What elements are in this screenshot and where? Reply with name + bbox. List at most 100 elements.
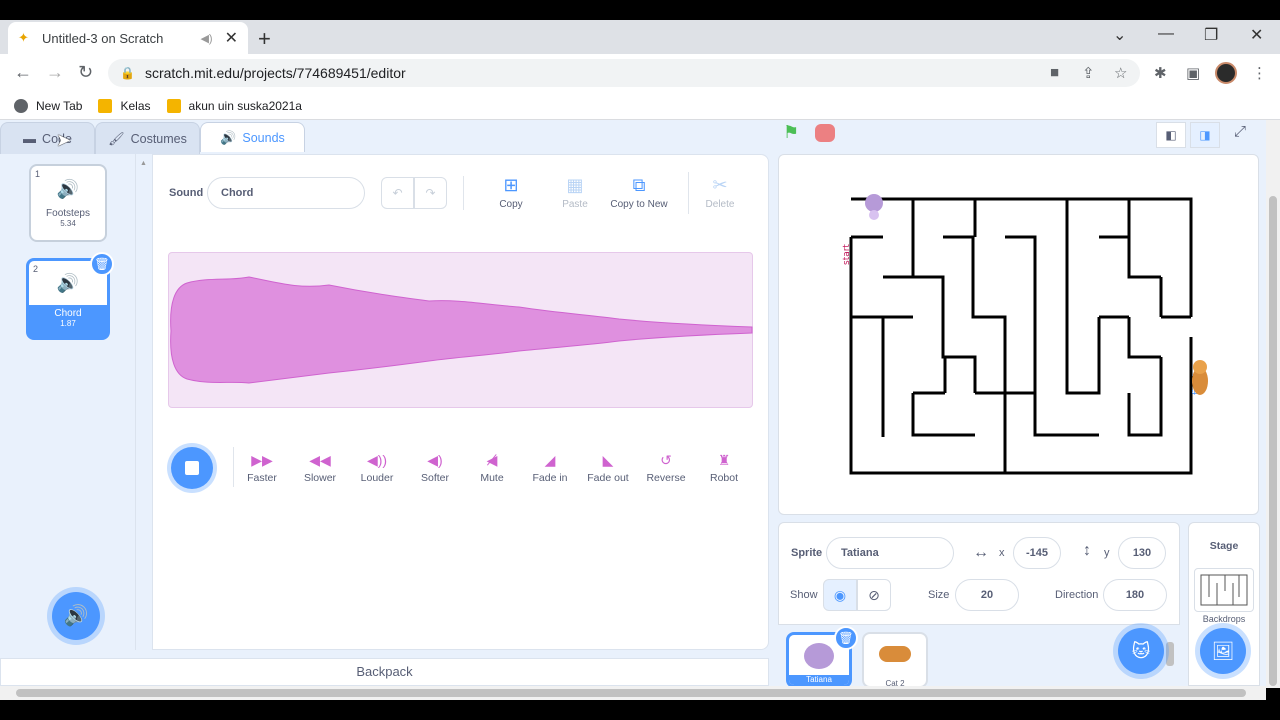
- sound-index: 1: [35, 169, 41, 179]
- reverse-icon: ↺: [660, 452, 672, 468]
- y-field[interactable]: 130: [1118, 537, 1166, 569]
- tab-label: Sounds: [242, 130, 285, 145]
- bookmark-kelas[interactable]: Kelas: [98, 98, 151, 113]
- sound-list-scrollbar[interactable]: ▲: [136, 154, 151, 650]
- sound-name-field[interactable]: Chord: [207, 177, 365, 209]
- slower-icon: ◀◀: [309, 452, 331, 468]
- show-hidden-icon[interactable]: ⊘: [857, 579, 891, 611]
- tab-search-icon[interactable]: ⌄: [1113, 25, 1126, 45]
- effect-softer[interactable]: ◀) Softer: [405, 452, 465, 484]
- share-icon[interactable]: ⇪: [1082, 64, 1095, 82]
- bookmark-star-icon[interactable]: ☆: [1114, 64, 1127, 82]
- copy-icon: ⊞: [503, 175, 519, 195]
- reload-icon[interactable]: ↻: [78, 62, 93, 83]
- speaker-icon: 🔊: [220, 129, 237, 145]
- extensions-icon[interactable]: ✱: [1154, 64, 1167, 82]
- close-tab-icon[interactable]: ✕: [225, 28, 238, 48]
- tab-costumes[interactable]: 🖌 Costumes: [95, 122, 200, 154]
- undo-button[interactable]: ↶: [381, 177, 414, 209]
- copy-to-new-button[interactable]: ⧉ Copy to New: [604, 175, 674, 210]
- paste-button[interactable]: ▦ Paste: [540, 175, 610, 210]
- minimize-icon[interactable]: —: [1158, 25, 1174, 43]
- url-text: scratch.mit.edu/projects/774689451/edito…: [144, 65, 406, 81]
- direction-label: Direction: [1055, 589, 1099, 601]
- bookmark-new-tab[interactable]: New Tab: [14, 98, 82, 113]
- sprite-name-field[interactable]: Tatiana: [826, 537, 954, 569]
- copy-button[interactable]: ⊞ Copy: [476, 175, 546, 210]
- add-sound-button[interactable]: 🔊: [52, 592, 100, 640]
- classroom-icon: [166, 98, 181, 113]
- menu-icon[interactable]: ⋮: [1252, 64, 1267, 82]
- fade-out-icon: ◣: [602, 452, 614, 468]
- back-icon[interactable]: ←: [14, 62, 32, 83]
- size-field[interactable]: 20: [955, 579, 1019, 611]
- stage-canvas[interactable]: start finish: [778, 154, 1259, 515]
- horizontal-scrollbar[interactable]: [0, 686, 1266, 700]
- effect-label: Robot: [709, 472, 739, 484]
- speaker-icon: 🔊: [56, 273, 80, 293]
- sprite-label: Sprite: [791, 547, 823, 559]
- effect-robot[interactable]: ♜ Robot: [694, 452, 754, 484]
- bookmarks-bar: New Tab Kelas akun uin suska2021a: [0, 92, 1280, 120]
- close-window-icon[interactable]: ✕: [1250, 25, 1263, 45]
- normal-stage-button[interactable]: ◨: [1190, 122, 1220, 148]
- effect-slower[interactable]: ◀◀ Slower: [290, 452, 350, 484]
- backdrops-label: Backdrops: [1202, 614, 1246, 624]
- louder-icon: ◀)): [366, 452, 388, 468]
- y-position-icon: ↕: [1083, 542, 1091, 559]
- tab-sounds[interactable]: 🔊 Sounds: [200, 122, 305, 152]
- effect-fade-in[interactable]: ◢ Fade in: [520, 452, 580, 484]
- tool-label: Paste: [562, 199, 588, 210]
- stop-sound-button[interactable]: [171, 447, 213, 489]
- forward-icon[interactable]: →: [46, 62, 64, 83]
- cat-sprite[interactable]: [1192, 360, 1208, 395]
- tool-label: Copy to New: [610, 199, 668, 210]
- scratch-favicon-icon: ✦: [18, 30, 29, 45]
- delete-button[interactable]: ✂ Delete: [685, 175, 755, 210]
- profile-avatar[interactable]: [1215, 62, 1237, 84]
- sound-label: Sound: [169, 187, 204, 199]
- tab-code[interactable]: ▬ Code: [0, 122, 95, 154]
- stop-sign-icon[interactable]: [815, 124, 835, 142]
- effect-reverse[interactable]: ↺ Reverse: [636, 452, 696, 484]
- softer-icon: ◀): [427, 452, 443, 468]
- backpack[interactable]: Backpack: [0, 658, 769, 686]
- show-visible-icon[interactable]: ◉: [823, 579, 857, 611]
- effect-fade-out[interactable]: ◣ Fade out: [578, 452, 638, 484]
- side-panel-icon[interactable]: ▣: [1186, 64, 1200, 82]
- effect-faster[interactable]: ▶▶ Faster: [232, 452, 292, 484]
- stop-icon: [185, 461, 199, 475]
- paste-icon: ▦: [566, 175, 584, 195]
- sprite-thumb-cat2[interactable]: Cat 2: [862, 632, 928, 688]
- maze-graphic: start finish: [842, 194, 1208, 475]
- green-flag-icon[interactable]: ⚑: [783, 122, 799, 143]
- tatiana-sprite[interactable]: [865, 194, 883, 220]
- maze-thumb-graphic: [1200, 574, 1248, 606]
- waveform-display[interactable]: [168, 252, 753, 408]
- add-sprite-button[interactable]: 🐱: [1118, 628, 1164, 674]
- address-bar[interactable]: 🔒 scratch.mit.edu/projects/774689451/edi…: [108, 59, 1140, 87]
- redo-button[interactable]: ↷: [414, 177, 447, 209]
- effect-louder[interactable]: ◀)) Louder: [347, 452, 407, 484]
- sprite-list-scrollbar[interactable]: [1164, 626, 1176, 686]
- restore-icon[interactable]: ❐: [1204, 25, 1218, 45]
- small-stage-button[interactable]: ◧: [1156, 122, 1186, 148]
- copy-to-new-icon: ⧉: [632, 175, 646, 195]
- direction-field[interactable]: 180: [1103, 579, 1167, 611]
- effect-label: Softer: [420, 472, 449, 484]
- fullscreen-icon[interactable]: ⤢: [1234, 123, 1246, 140]
- effect-label: Reverse: [646, 472, 686, 484]
- bookmark-akun[interactable]: akun uin suska2021a: [166, 98, 302, 113]
- fade-in-icon: ◢: [544, 452, 556, 468]
- sound-item-footsteps[interactable]: 1 🔊 Footsteps 5.34: [29, 164, 107, 242]
- browser-tab[interactable]: ✦ Untitled-3 on Scratch ◀) ✕: [8, 22, 248, 54]
- new-tab-button[interactable]: +: [258, 26, 271, 52]
- add-backdrop-button[interactable]: 🖼: [1200, 628, 1246, 674]
- stage-label: Stage: [1209, 540, 1239, 552]
- x-field[interactable]: -145: [1013, 537, 1061, 569]
- delete-sprite-icon[interactable]: 🗑: [834, 626, 858, 650]
- camera-icon[interactable]: ■: [1050, 64, 1059, 81]
- mute-tab-icon[interactable]: ◀): [200, 32, 212, 45]
- effect-mute[interactable]: ◀̸ Mute: [462, 452, 522, 484]
- page-scrollbar[interactable]: [1266, 120, 1280, 688]
